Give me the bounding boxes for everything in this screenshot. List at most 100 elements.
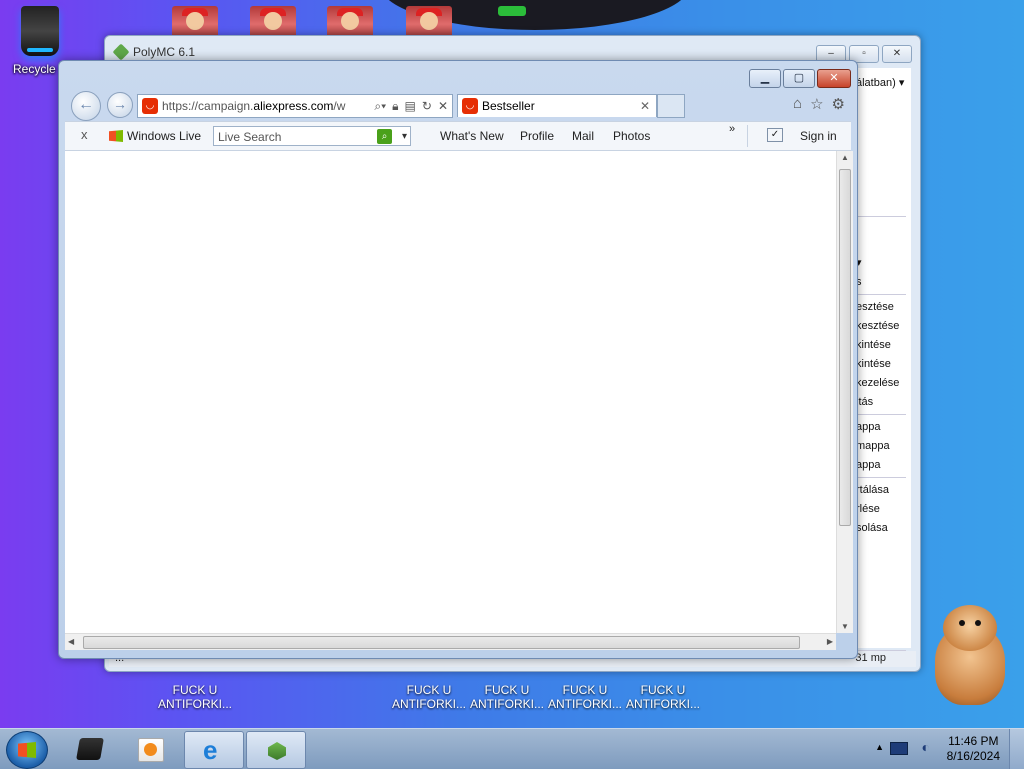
search-icon[interactable]: ⌕▾ [374,95,386,117]
action-item[interactable]: appa [856,421,880,433]
home-icon[interactable]: ⌂ [793,95,802,113]
instance-dropdown[interactable]: álatban) ▾ [856,76,904,89]
internet-explorer-icon: e [203,735,218,765]
scroll-down-icon[interactable]: ▼ [841,622,849,631]
status-right: 31 mp [855,652,886,664]
desktop-icon-label[interactable]: FUCK U ANTIFORKI... [390,683,468,711]
ie-window-controls: ▁ ▢ ✕ [749,69,851,88]
aliexpress-favicon-icon: ◡ [142,98,158,114]
hamster-head [943,605,997,651]
tab-bestseller[interactable]: ◡ Bestseller ✕ [457,94,657,117]
action-item[interactable]: solása [856,522,888,534]
photos-link[interactable]: Photos [613,129,650,143]
clock[interactable]: 11:46 PM 8/16/2024 [947,734,1000,764]
action-item[interactable]: mappa [856,440,890,452]
desktop-icon-label[interactable]: FUCK U ANTIFORKI... [624,683,702,711]
address-url[interactable]: https://campaign.aliexpress.com/w [162,95,374,117]
action-item[interactable]: esztése [856,301,894,313]
divider [856,414,906,415]
volume-icon[interactable]: ◐ [922,739,930,755]
search-go-icon[interactable]: ⌕ [377,129,392,144]
hamster-eye [959,620,965,626]
divider [856,477,906,478]
toolbar-close-icon[interactable]: x [81,127,88,142]
forward-arrow-icon: → [113,96,127,112]
divider [856,216,906,217]
mail-link[interactable]: Mail [572,129,594,143]
polymc-actions-panel: álatban) ▾ ▾ s esztése kesztése kintése … [850,68,911,670]
show-desktop-button[interactable] [1009,729,1024,769]
close-button[interactable]: ✕ [882,45,912,63]
horizontal-scrollbar[interactable]: ◀ ▶ [65,633,836,650]
taskbar-app-media-player[interactable] [120,731,178,767]
recycle-bin-icon [21,6,59,56]
action-item[interactable]: kezelése [856,377,899,389]
settings-gear-icon[interactable]: ⚙ [832,95,845,113]
address-bar[interactable]: ◡ https://campaign.aliexpress.com/w ⌕▾ 🔒… [137,94,453,118]
aliexpress-favicon-icon: ◡ [462,98,478,114]
clock-time: 11:46 PM [948,734,999,748]
stop-icon[interactable]: ✕ [438,95,448,117]
scroll-up-icon[interactable]: ▲ [841,153,849,162]
ie-window[interactable]: ▁ ▢ ✕ ← → ◡ https://campaign.aliexpress.… [58,60,858,659]
action-item[interactable]: kesztése [856,320,899,332]
new-tab-button[interactable] [657,94,685,118]
start-button[interactable] [6,731,48,769]
desktop-icon-label[interactable]: FUCK U ANTIFORKI... [156,683,234,711]
action-item[interactable]: kintése [856,339,891,351]
lock-icon[interactable]: 🔒︎ [392,95,398,117]
minimize-button[interactable]: ▁ [749,69,781,88]
address-tools: ⌕▾ 🔒︎ ▤ ↻ ✕ [374,95,452,117]
horizontal-scroll-thumb[interactable] [83,636,800,649]
clock-date: 8/16/2024 [946,749,1000,763]
action-item[interactable]: rlése [856,503,880,515]
divider [747,125,748,147]
hamster-eye [975,620,981,626]
action-item[interactable]: ltás [856,396,873,408]
show-hidden-icons-icon[interactable]: ▲ [875,742,884,752]
black-box-icon [76,738,104,760]
page-content[interactable] [65,151,836,633]
browser-toolbar-icons: ⌂ ☆ ⚙ [793,95,845,113]
action-item[interactable]: kintése [856,358,891,370]
polymc-icon [265,739,289,761]
sign-in-link[interactable]: Sign in [800,129,837,143]
taskbar-app-terminal[interactable] [60,731,118,767]
forward-button[interactable]: → [107,92,133,118]
windows-logo-icon [18,742,36,758]
toolbar-chevrons-icon[interactable]: » [729,123,735,135]
refresh-icon[interactable]: ↻ [422,95,432,117]
taskbar-app-polymc[interactable] [246,731,306,769]
profile-link[interactable]: Profile [520,129,554,143]
network-icon[interactable] [890,742,908,755]
whats-new-link[interactable]: What's New [440,129,504,143]
vertical-scroll-thumb[interactable] [839,169,851,526]
desktop-icon-label[interactable]: FUCK U ANTIFORKI... [468,683,546,711]
play-icon [144,743,157,756]
action-item[interactable]: rtálása [856,484,889,496]
scroll-left-icon[interactable]: ◀ [68,637,74,646]
windows-logo-icon [109,130,123,142]
close-button[interactable]: ✕ [817,69,851,88]
back-button[interactable]: ← [71,91,101,121]
hamster-desktop-pet[interactable] [925,605,1015,705]
desktop-icon-label[interactable]: FUCK U ANTIFORKI... [546,683,624,711]
cube-icon [268,742,286,760]
polymc-logo-icon [112,43,130,61]
scroll-right-icon[interactable]: ▶ [827,637,833,646]
action-item[interactable]: appa [856,459,880,471]
chevron-down-icon[interactable]: ▾ [402,127,407,147]
tab-close-icon[interactable]: ✕ [640,95,656,117]
compatibility-icon[interactable]: ▤ [405,95,416,117]
taskbar: e ▲ ◐ 11:46 PM 8/16/2024 [0,728,1024,769]
favorites-star-icon[interactable]: ☆ [810,95,823,113]
media-player-icon [138,738,164,762]
live-search-input[interactable]: Live Search ⌕ ▾ [213,126,411,146]
maximize-button[interactable]: ▢ [783,69,815,88]
desktop-green-accent [498,6,526,16]
taskbar-app-internet-explorer[interactable]: e [184,731,244,769]
checklist-icon[interactable]: ✓ [767,128,783,142]
windows-live-link[interactable]: Windows Live [109,129,201,143]
vertical-scrollbar[interactable]: ▲ ▼ [836,151,853,633]
tab-label: Bestseller [482,99,535,113]
